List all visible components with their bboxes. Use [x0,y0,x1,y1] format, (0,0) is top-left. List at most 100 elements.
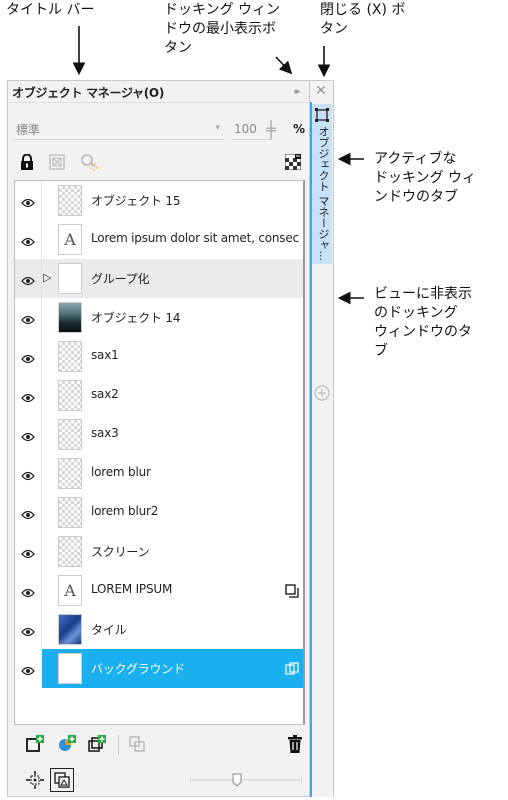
new-layer-all-pages-icon[interactable] [86,733,108,755]
opacity-unit: % [293,122,306,136]
blend-mode-select[interactable]: 標準 ▾ [14,121,224,140]
close-docker-button[interactable]: ✕ [314,84,328,98]
visibility-eye-icon[interactable] [21,506,35,520]
row-divider [41,259,42,298]
lock-icon[interactable] [16,151,38,173]
visibility-eye-icon[interactable] [21,545,35,559]
new-layer-icon[interactable] [24,733,46,755]
link-badge-icon [285,661,299,675]
blend-mode-value: 標準 [16,123,41,137]
object-name[interactable]: オブジェクト 15 [91,192,299,209]
visibility-eye-icon[interactable] [21,272,35,286]
visibility-eye-icon[interactable] [21,350,35,364]
object-thumbnail [58,302,82,333]
docker-title: オブジェクト マネージャ(O) [12,86,165,100]
object-thumbnail: A [58,575,82,606]
chevron-down-icon: ▾ [215,123,220,133]
object-name[interactable]: lorem blur2 [91,504,299,518]
bottom-toolbar [14,733,306,759]
move-to-layer-icon[interactable] [126,733,148,755]
row-divider [41,571,42,610]
tab-object-manager-label: オブジェクト マネージャ... [317,126,330,261]
object-row[interactable]: sax1 [15,337,303,376]
close-button-area: ✕ [310,80,334,102]
object-manager-tab-icon [315,108,329,122]
center-view-icon[interactable] [24,769,46,791]
object-thumbnail [58,614,82,645]
visibility-eye-icon[interactable] [21,662,35,676]
row-divider [41,181,42,220]
object-list[interactable]: オブジェクト 15 A Lorem ipsum dolor sit amet, co… [14,180,305,725]
object-thumbnail [58,536,82,567]
add-docker-tab-icon[interactable] [314,385,330,401]
object-row[interactable]: スクリーン [15,532,303,571]
row-divider [41,220,42,259]
visibility-eye-icon[interactable] [21,584,35,598]
minimize-docker-button[interactable]: ▸▸ [289,85,303,99]
row-divider [41,337,42,376]
object-thumbnail [58,458,82,489]
new-master-layer-icon[interactable] [56,733,78,755]
checker-view-icon[interactable] [282,151,304,173]
visibility-eye-icon[interactable] [21,389,35,403]
object-name[interactable]: タイル [91,621,299,638]
object-thumbnail [58,497,82,528]
no-print-icon[interactable] [46,151,68,173]
object-thumbnail [58,419,82,450]
row-divider [41,493,42,532]
visibility-eye-icon[interactable] [21,194,35,208]
object-name[interactable]: バックグラウンド [91,660,299,677]
row-divider [41,415,42,454]
object-name[interactable]: オブジェクト 14 [91,309,299,326]
highlight-icon[interactable] [78,151,100,173]
object-tools-row [12,151,306,175]
visibility-eye-icon[interactable] [21,311,35,325]
object-name[interactable]: Lorem ipsum dolor sit amet, consecte... [91,231,299,245]
object-name[interactable]: sax3 [91,426,299,440]
row-divider [41,532,42,571]
object-row[interactable]: オブジェクト 14 [15,298,303,337]
object-name[interactable]: グループ化 [91,270,299,287]
row-divider [41,376,42,415]
visibility-eye-icon[interactable] [21,428,35,442]
docker-tab-strip: オブジェクト マネージャ... [310,102,334,797]
object-thumbnail [58,653,82,684]
object-thumbnail: A [58,224,82,255]
object-row[interactable]: lorem blur2 [15,493,303,532]
thumbnail-size-slider[interactable] [190,773,302,787]
object-row[interactable]: オブジェクト 15 [15,181,303,220]
object-row[interactable]: A LOREM IPSUM [15,571,303,610]
delete-icon[interactable] [284,733,306,755]
object-thumbnail [58,263,82,294]
docker-title-bar[interactable]: オブジェクト マネージャ(O) ▸▸ [8,81,309,103]
row-divider [41,298,42,337]
object-name[interactable]: sax2 [91,387,299,401]
tab-object-manager[interactable]: オブジェクト マネージャ... [312,104,332,264]
visibility-eye-icon[interactable] [21,467,35,481]
object-thumbnail [58,185,82,216]
opacity-slider-icon[interactable]: ╪ [262,122,280,138]
footer-row [14,767,306,793]
view-mode-button[interactable] [50,768,74,792]
row-divider [41,610,42,649]
object-row[interactable]: バックグラウンド [21,649,303,688]
toolbar-separator [118,735,119,755]
object-row[interactable]: sax3 [15,415,303,454]
object-manager-docker: オブジェクト マネージャ(O) ▸▸ 標準 ▾ 100 ╪ % オブジェクト 1… [7,80,310,797]
object-row[interactable]: A Lorem ipsum dolor sit amet, consecte... [15,220,303,259]
expand-group-icon[interactable]: ▷ [43,271,55,285]
object-name[interactable]: lorem blur [91,465,299,479]
object-thumbnail [58,341,82,372]
copy-badge-icon [285,583,299,598]
blend-row: 標準 ▾ 100 ╪ % [14,121,306,141]
object-name[interactable]: LOREM IPSUM [91,582,299,596]
object-row[interactable]: sax2 [15,376,303,415]
row-divider [41,454,42,493]
group-row[interactable]: ▷ グループ化 [15,259,303,298]
visibility-eye-icon[interactable] [21,623,35,637]
object-name[interactable]: スクリーン [91,543,299,560]
object-row[interactable]: タイル [15,610,303,649]
object-name[interactable]: sax1 [91,348,299,362]
visibility-eye-icon[interactable] [21,233,35,247]
object-row[interactable]: lorem blur [15,454,303,493]
